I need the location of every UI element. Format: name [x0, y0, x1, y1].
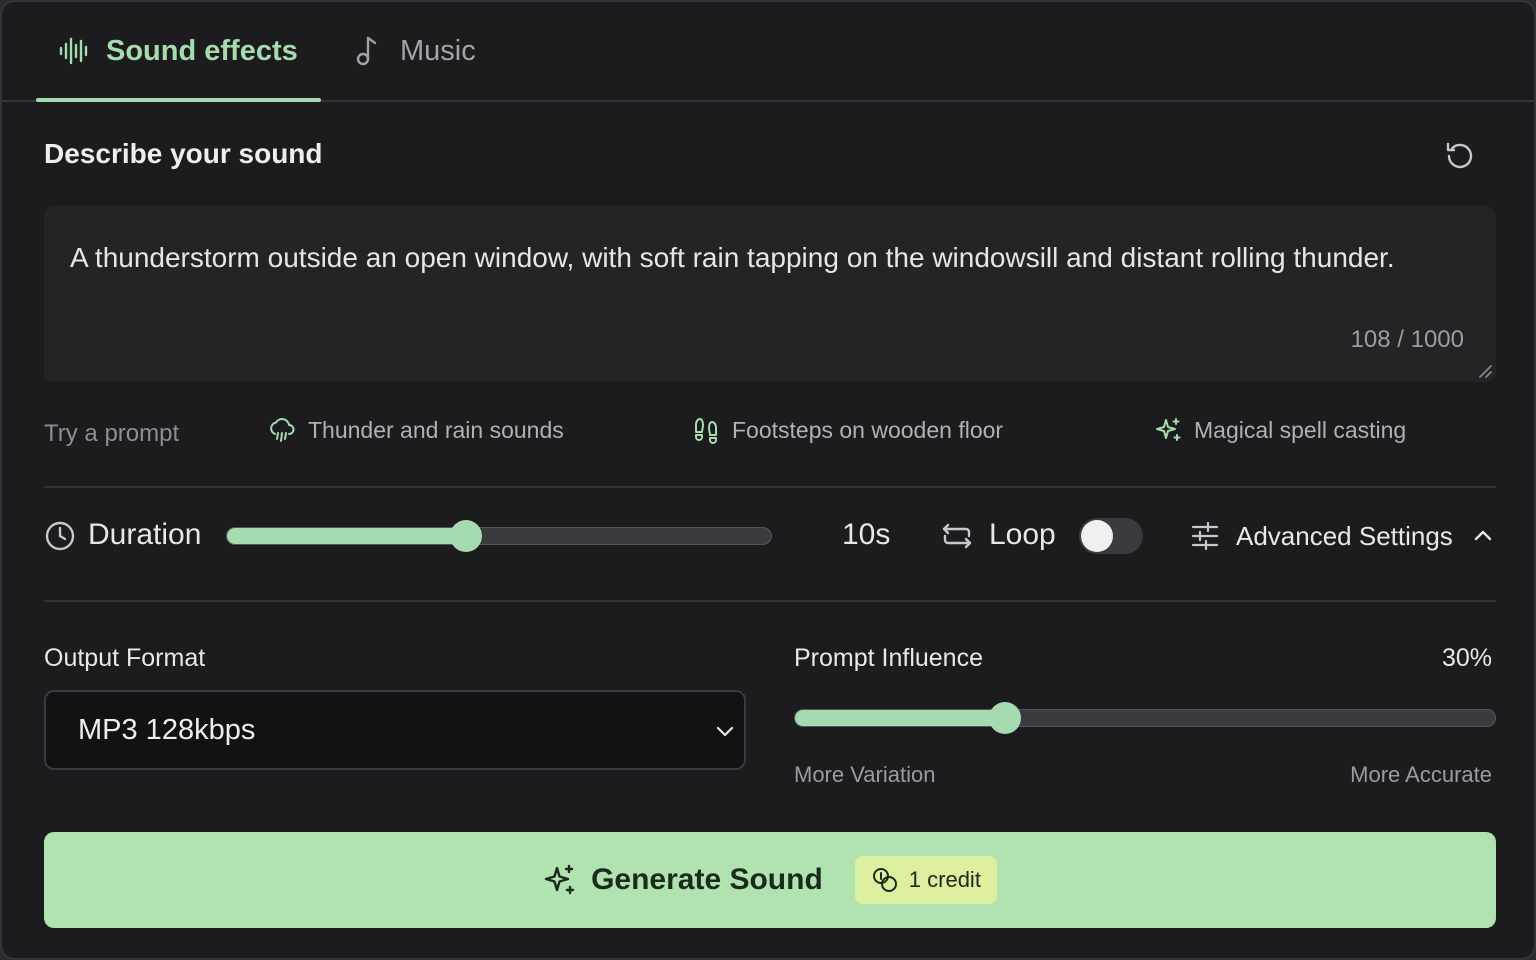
sparkle-icon — [543, 863, 577, 897]
output-format-value: MP3 128kbps — [78, 714, 256, 746]
chevron-down-icon — [714, 720, 736, 742]
duration-slider-thumb[interactable] — [450, 520, 483, 552]
advanced-settings-button[interactable]: Advanced Settings — [1190, 518, 1495, 554]
resize-handle-icon[interactable] — [1478, 364, 1492, 378]
prompt-text: A thunderstorm outside an open window, w… — [70, 242, 1395, 273]
loop-label: Loop — [989, 518, 1056, 551]
prompt-influence-value: 30% — [1441, 644, 1492, 672]
output-format-label: Output Format — [44, 644, 206, 672]
suggestion-footsteps[interactable]: Footsteps on wooden floor — [692, 416, 1003, 444]
suggestion-label: Footsteps on wooden floor — [732, 416, 1004, 443]
duration-label: Duration — [88, 518, 202, 551]
cloud-rain-icon — [268, 416, 296, 444]
loop-toggle[interactable] — [1079, 518, 1143, 554]
tab-label: Sound effects — [106, 34, 298, 67]
duration-slider-fill — [227, 528, 467, 544]
advanced-settings-label: Advanced Settings — [1236, 520, 1453, 551]
section-title: Describe your sound — [44, 138, 323, 169]
duration-value: 10s — [842, 518, 891, 551]
tab-sound-effects[interactable]: Sound effects — [36, 2, 321, 102]
sparkle-icon — [1154, 416, 1182, 444]
chevron-up-icon — [1471, 524, 1495, 548]
output-format-select[interactable]: MP3 128kbps — [44, 690, 746, 770]
suggestion-label: Thunder and rain sounds — [308, 416, 564, 443]
credit-label: 1 credit — [908, 867, 981, 892]
reset-icon — [1442, 142, 1478, 178]
suggestion-magic-spell[interactable]: Magical spell casting — [1154, 416, 1406, 444]
loop-toggle-knob — [1081, 520, 1113, 552]
sliders-icon — [1190, 521, 1220, 551]
try-prompt-label: Try a prompt — [44, 420, 180, 447]
loop-icon — [942, 522, 972, 550]
prompt-influence-slider-fill — [795, 710, 1005, 726]
clock-icon — [44, 520, 76, 552]
divider — [44, 486, 1496, 488]
character-count: 108 / 1000 — [1350, 326, 1464, 353]
credit-badge: 1 credit — [854, 856, 997, 904]
more-variation-label: More Variation — [794, 762, 936, 787]
prompt-influence-slider-thumb[interactable] — [989, 702, 1021, 734]
footprints-icon — [692, 416, 720, 444]
generate-sound-button[interactable]: Generate Sound 1 credit — [44, 832, 1496, 928]
coins-icon — [871, 866, 899, 894]
prompt-influence-label: Prompt Influence — [794, 644, 983, 672]
suggestion-label: Magical spell casting — [1194, 416, 1407, 443]
divider — [44, 600, 1496, 602]
prompt-textarea[interactable]: A thunderstorm outside an open window, w… — [44, 206, 1496, 382]
sound-generator-panel: Sound effects Music Describe your sound … — [0, 0, 1536, 960]
more-accurate-label: More Accurate — [1350, 762, 1492, 787]
tab-music[interactable]: Music — [352, 2, 476, 100]
duration-slider[interactable] — [226, 520, 772, 552]
suggestion-thunder-rain[interactable]: Thunder and rain sounds — [268, 416, 564, 444]
tab-label: Music — [400, 34, 476, 67]
waveform-icon — [58, 35, 90, 67]
generate-sound-label: Generate Sound — [591, 863, 823, 896]
music-note-icon — [352, 35, 384, 67]
reset-button[interactable] — [1442, 138, 1478, 174]
prompt-influence-slider[interactable] — [794, 702, 1496, 734]
tab-bar: Sound effects Music — [2, 2, 1534, 102]
